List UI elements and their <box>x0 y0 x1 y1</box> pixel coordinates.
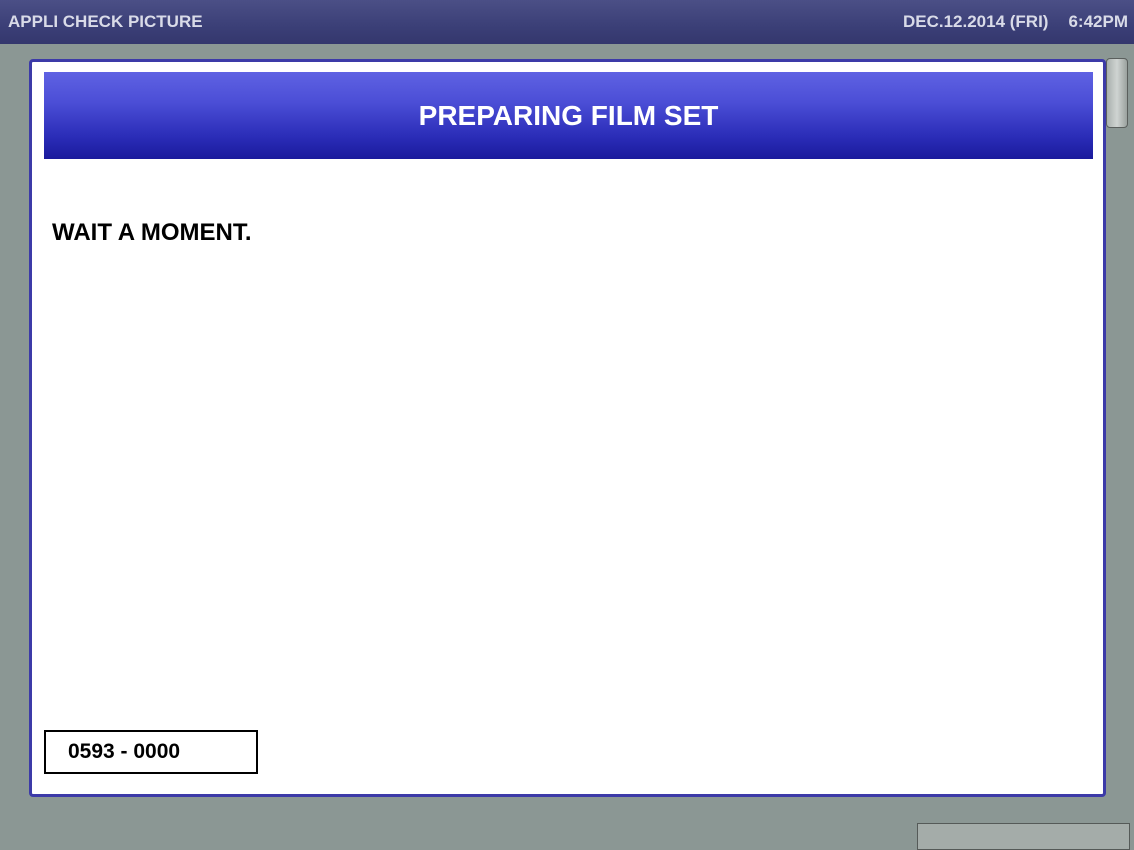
status-code: 0593 - 0000 <box>44 730 258 774</box>
app-title: APPLI CHECK PICTURE <box>8 12 203 31</box>
screen: APPLI CHECK PICTURE DEC.12.2014 (FRI) 6:… <box>0 0 1134 850</box>
datetime: DEC.12.2014 (FRI) 6:42PM <box>903 12 1128 32</box>
dialog-message: WAIT A MOMENT. <box>52 219 252 246</box>
time-text: 6:42PM <box>1068 12 1128 31</box>
date-text: DEC.12.2014 (FRI) <box>902 12 1049 31</box>
bottom-status-bar <box>917 823 1130 850</box>
title-bar: APPLI CHECK PICTURE DEC.12.2014 (FRI) 6:… <box>0 0 1134 44</box>
dialog-title: PREPARING FILM SET <box>44 72 1093 159</box>
status-dialog: PREPARING FILM SET WAIT A MOMENT. 0593 -… <box>29 59 1106 797</box>
scroll-handle[interactable] <box>1106 58 1128 128</box>
